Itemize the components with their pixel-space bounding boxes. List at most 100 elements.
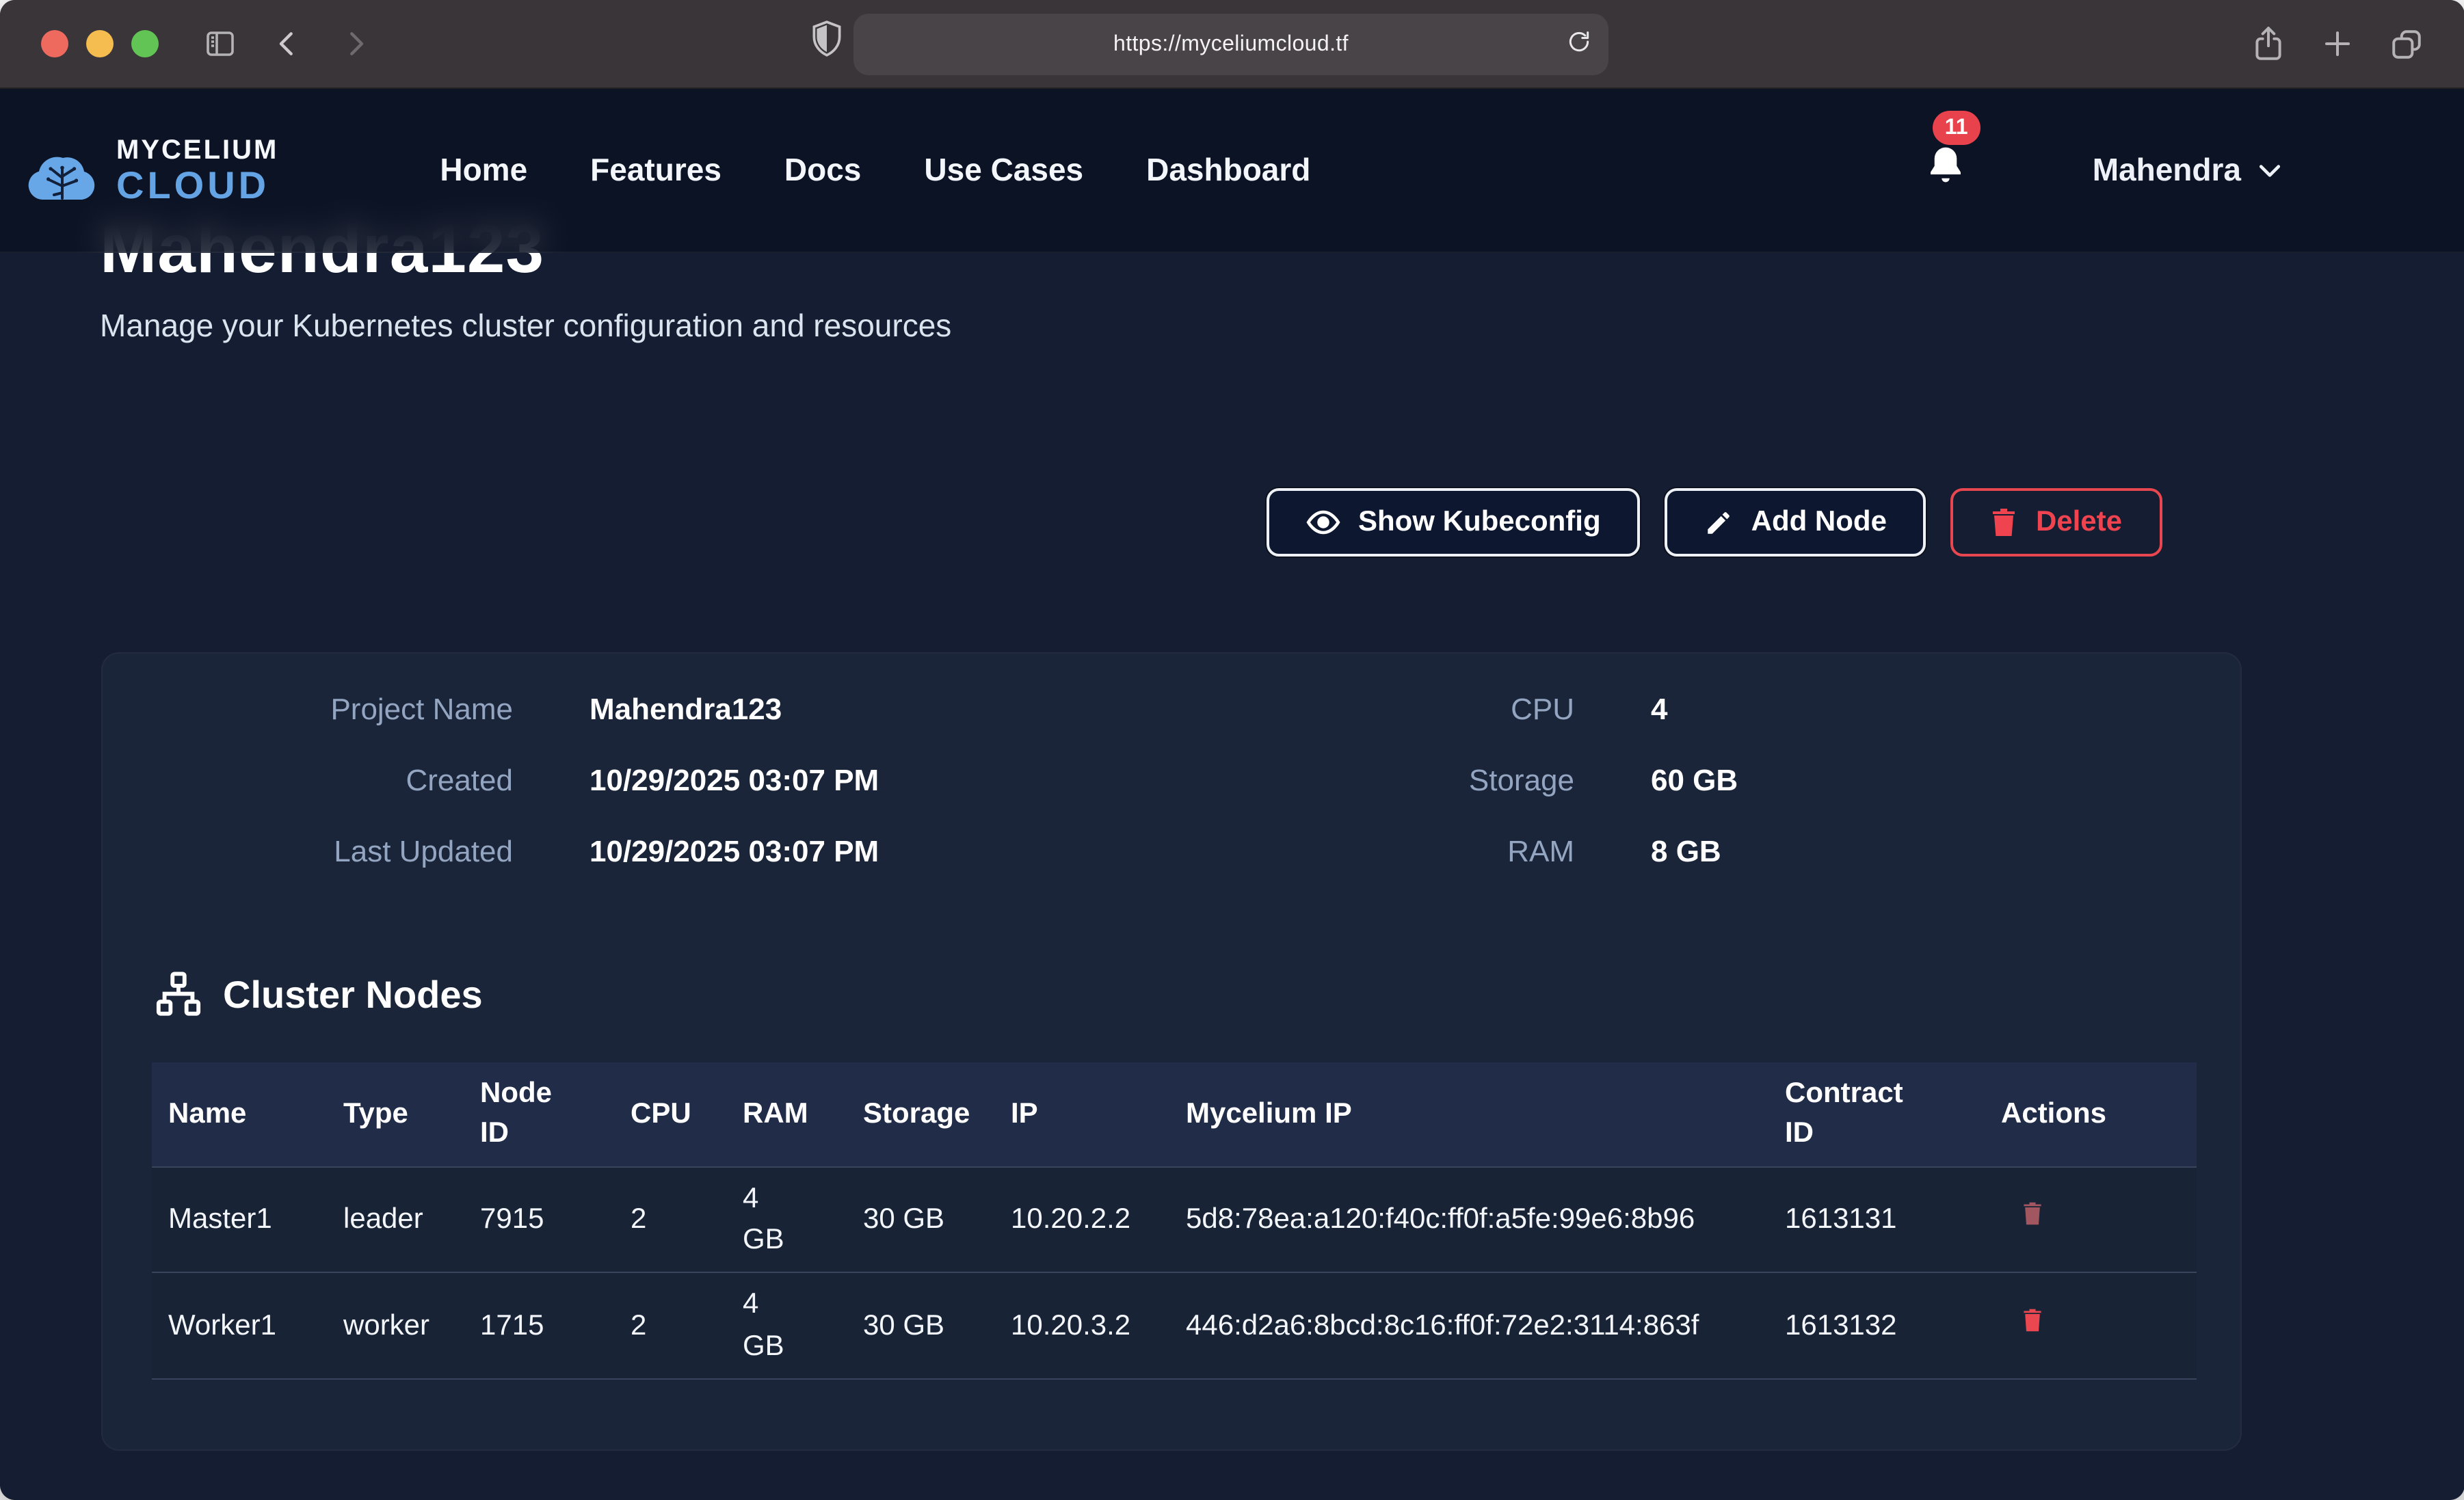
nodes-table: Name Type Node ID CPU RAM Storage IP Myc… bbox=[152, 1062, 2197, 1380]
traffic-lights bbox=[41, 30, 159, 57]
created-label: Created bbox=[103, 763, 513, 799]
col-ip: IP bbox=[994, 1062, 1169, 1166]
nav-link-features[interactable]: Features bbox=[590, 152, 721, 189]
close-window-button[interactable] bbox=[41, 30, 68, 57]
trash-icon bbox=[1991, 507, 2018, 537]
table-row-master1: Master1 leader 7915 2 4 GB 30 GB 10.20.2… bbox=[152, 1166, 2197, 1273]
delete-node-button[interactable] bbox=[2020, 1306, 2045, 1335]
cell-cpu: 2 bbox=[614, 1166, 726, 1273]
add-node-button[interactable]: Add Node bbox=[1665, 488, 1926, 557]
logo-text-cloud: CLOUD bbox=[116, 166, 278, 204]
privacy-shield-icon[interactable] bbox=[810, 21, 844, 67]
site-logo[interactable]: MYCELIUM CLOUD bbox=[23, 136, 278, 204]
tab-overview-icon[interactable] bbox=[2389, 27, 2423, 61]
trash-icon bbox=[2020, 1200, 2045, 1229]
cell-node-id: 1715 bbox=[464, 1273, 614, 1380]
browser-window: https://myceliumcloud.tf bbox=[0, 0, 2464, 1500]
cell-ram: 4 GB bbox=[726, 1273, 847, 1380]
ram-value: 8 GB bbox=[1651, 834, 1721, 870]
browser-titlebar: https://myceliumcloud.tf bbox=[0, 0, 2464, 89]
new-tab-icon[interactable] bbox=[2320, 27, 2353, 60]
cell-ip: 10.20.2.2 bbox=[994, 1166, 1169, 1273]
cell-actions bbox=[1985, 1166, 2197, 1273]
trash-icon bbox=[2020, 1306, 2045, 1335]
cell-mycelium-ip: 446:d2a6:8bcd:8c16:ff0f:72e2:3114:863f bbox=[1169, 1273, 1768, 1380]
col-ram: RAM bbox=[726, 1062, 847, 1166]
cluster-nodes-icon bbox=[155, 971, 202, 1019]
page-content: Mahendra123 Manage your Kubernetes clust… bbox=[0, 89, 2464, 1500]
cell-name: Master1 bbox=[152, 1166, 327, 1273]
info-row-project-name: Project Name Mahendra123 bbox=[103, 692, 1156, 732]
info-row-storage: Storage 60 GB bbox=[1164, 763, 2121, 803]
show-kubeconfig-label: Show Kubeconfig bbox=[1358, 506, 1601, 539]
info-row-cpu: CPU 4 bbox=[1164, 692, 2121, 732]
cell-type: leader bbox=[327, 1166, 464, 1273]
nav-links: Home Features Docs Use Cases Dashboard bbox=[440, 152, 1310, 189]
storage-value: 60 GB bbox=[1651, 763, 1738, 799]
delete-cluster-button[interactable]: Delete bbox=[1951, 488, 2162, 557]
col-node-id: Node ID bbox=[464, 1062, 614, 1166]
cpu-value: 4 bbox=[1651, 692, 1668, 727]
site-navbar: MYCELIUM CLOUD Home Features Docs Use Ca… bbox=[0, 89, 2464, 253]
info-row-last-updated: Last Updated 10/29/2025 03:07 PM bbox=[103, 834, 1156, 874]
user-name: Mahendra bbox=[2093, 152, 2241, 189]
user-menu[interactable]: Mahendra bbox=[2093, 152, 2281, 189]
forward-icon[interactable] bbox=[339, 27, 369, 60]
created-value: 10/29/2025 03:07 PM bbox=[589, 763, 879, 799]
cluster-details-panel: Project Name Mahendra123 Created 10/29/2… bbox=[101, 652, 2242, 1451]
storage-label: Storage bbox=[1164, 763, 1574, 799]
last-updated-value: 10/29/2025 03:07 PM bbox=[589, 834, 879, 870]
zoom-window-button[interactable] bbox=[131, 30, 159, 57]
reload-icon[interactable] bbox=[1566, 28, 1592, 61]
ram-label: RAM bbox=[1164, 834, 1574, 870]
cell-contract-id: 1613132 bbox=[1768, 1273, 1985, 1380]
sidebar-toggle-icon[interactable] bbox=[202, 27, 238, 60]
col-cpu: CPU bbox=[614, 1062, 726, 1166]
show-kubeconfig-button[interactable]: Show Kubeconfig bbox=[1267, 488, 1641, 557]
cell-ram: 4 GB bbox=[726, 1166, 847, 1273]
table-row-worker1: Worker1 worker 1715 2 4 GB 30 GB 10.20.3… bbox=[152, 1273, 2197, 1380]
minimize-window-button[interactable] bbox=[86, 30, 114, 57]
url-text: https://myceliumcloud.tf bbox=[1113, 32, 1349, 57]
address-bar[interactable]: https://myceliumcloud.tf bbox=[853, 14, 1608, 75]
back-icon[interactable] bbox=[274, 27, 304, 60]
logo-text-mycelium: MYCELIUM bbox=[116, 136, 278, 163]
cpu-label: CPU bbox=[1164, 692, 1574, 727]
cell-contract-id: 1613131 bbox=[1768, 1166, 1985, 1273]
notification-count-badge: 11 bbox=[1933, 111, 1981, 145]
cell-node-id: 7915 bbox=[464, 1166, 614, 1273]
page-subtitle: Manage your Kubernetes cluster configura… bbox=[100, 308, 951, 345]
last-updated-label: Last Updated bbox=[103, 834, 513, 870]
nav-link-dashboard[interactable]: Dashboard bbox=[1146, 152, 1310, 189]
cell-mycelium-ip: 5d8:78ea:a120:f40c:ff0f:a5fe:99e6:8b96 bbox=[1169, 1166, 1768, 1273]
col-contract-id: Contract ID bbox=[1768, 1062, 1985, 1166]
delete-node-button[interactable] bbox=[2020, 1200, 2045, 1229]
project-name-label: Project Name bbox=[103, 692, 513, 727]
nav-link-use-cases[interactable]: Use Cases bbox=[924, 152, 1083, 189]
cell-name: Worker1 bbox=[152, 1273, 327, 1380]
stage: https://myceliumcloud.tf bbox=[0, 0, 2464, 1500]
chevron-down-icon bbox=[2257, 162, 2281, 178]
share-icon[interactable] bbox=[2251, 25, 2285, 62]
project-name-value: Mahendra123 bbox=[589, 692, 782, 727]
nav-link-home[interactable]: Home bbox=[440, 152, 527, 189]
notifications-button[interactable]: 11 bbox=[1924, 144, 1967, 197]
cell-storage: 30 GB bbox=[847, 1273, 994, 1380]
col-mycelium-ip: Mycelium IP bbox=[1169, 1062, 1768, 1166]
col-type: Type bbox=[327, 1062, 464, 1166]
col-actions: Actions bbox=[1985, 1062, 2197, 1166]
cell-storage: 30 GB bbox=[847, 1166, 994, 1273]
eye-icon bbox=[1306, 509, 1340, 536]
cell-actions bbox=[1985, 1273, 2197, 1380]
col-name: Name bbox=[152, 1062, 327, 1166]
cell-cpu: 2 bbox=[614, 1273, 726, 1380]
cluster-actions: Show Kubeconfig Add Node Delete bbox=[1267, 488, 2162, 557]
nodes-table-wrap: Name Type Node ID CPU RAM Storage IP Myc… bbox=[152, 1062, 2197, 1380]
col-storage: Storage bbox=[847, 1062, 994, 1166]
cluster-nodes-title: Cluster Nodes bbox=[223, 973, 483, 1017]
nav-link-docs[interactable]: Docs bbox=[784, 152, 862, 189]
pencil-icon bbox=[1705, 508, 1734, 537]
info-row-ram: RAM 8 GB bbox=[1164, 834, 2121, 874]
cluster-nodes-header: Cluster Nodes bbox=[155, 971, 483, 1019]
delete-label: Delete bbox=[2036, 506, 2122, 539]
